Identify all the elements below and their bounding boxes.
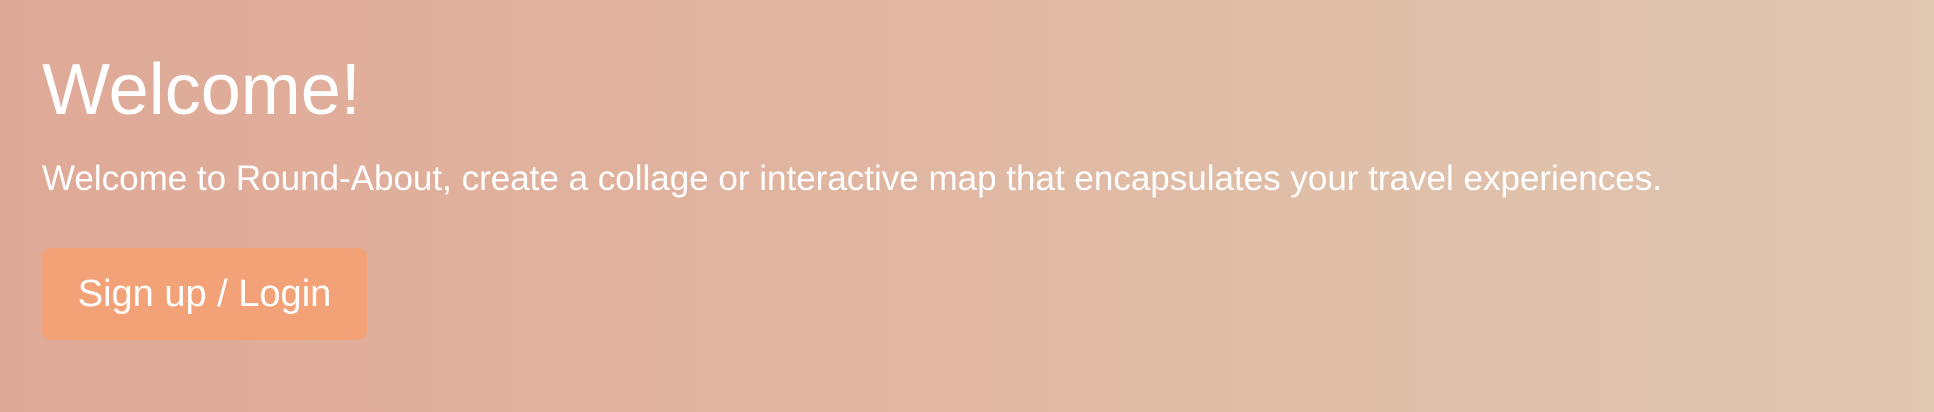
welcome-hero: Welcome! Welcome to Round-About, create …: [0, 0, 1934, 412]
page-title: Welcome!: [42, 50, 361, 130]
welcome-description: Welcome to Round-About, create a collage…: [42, 159, 1662, 198]
signup-login-button[interactable]: Sign up / Login: [42, 248, 367, 340]
